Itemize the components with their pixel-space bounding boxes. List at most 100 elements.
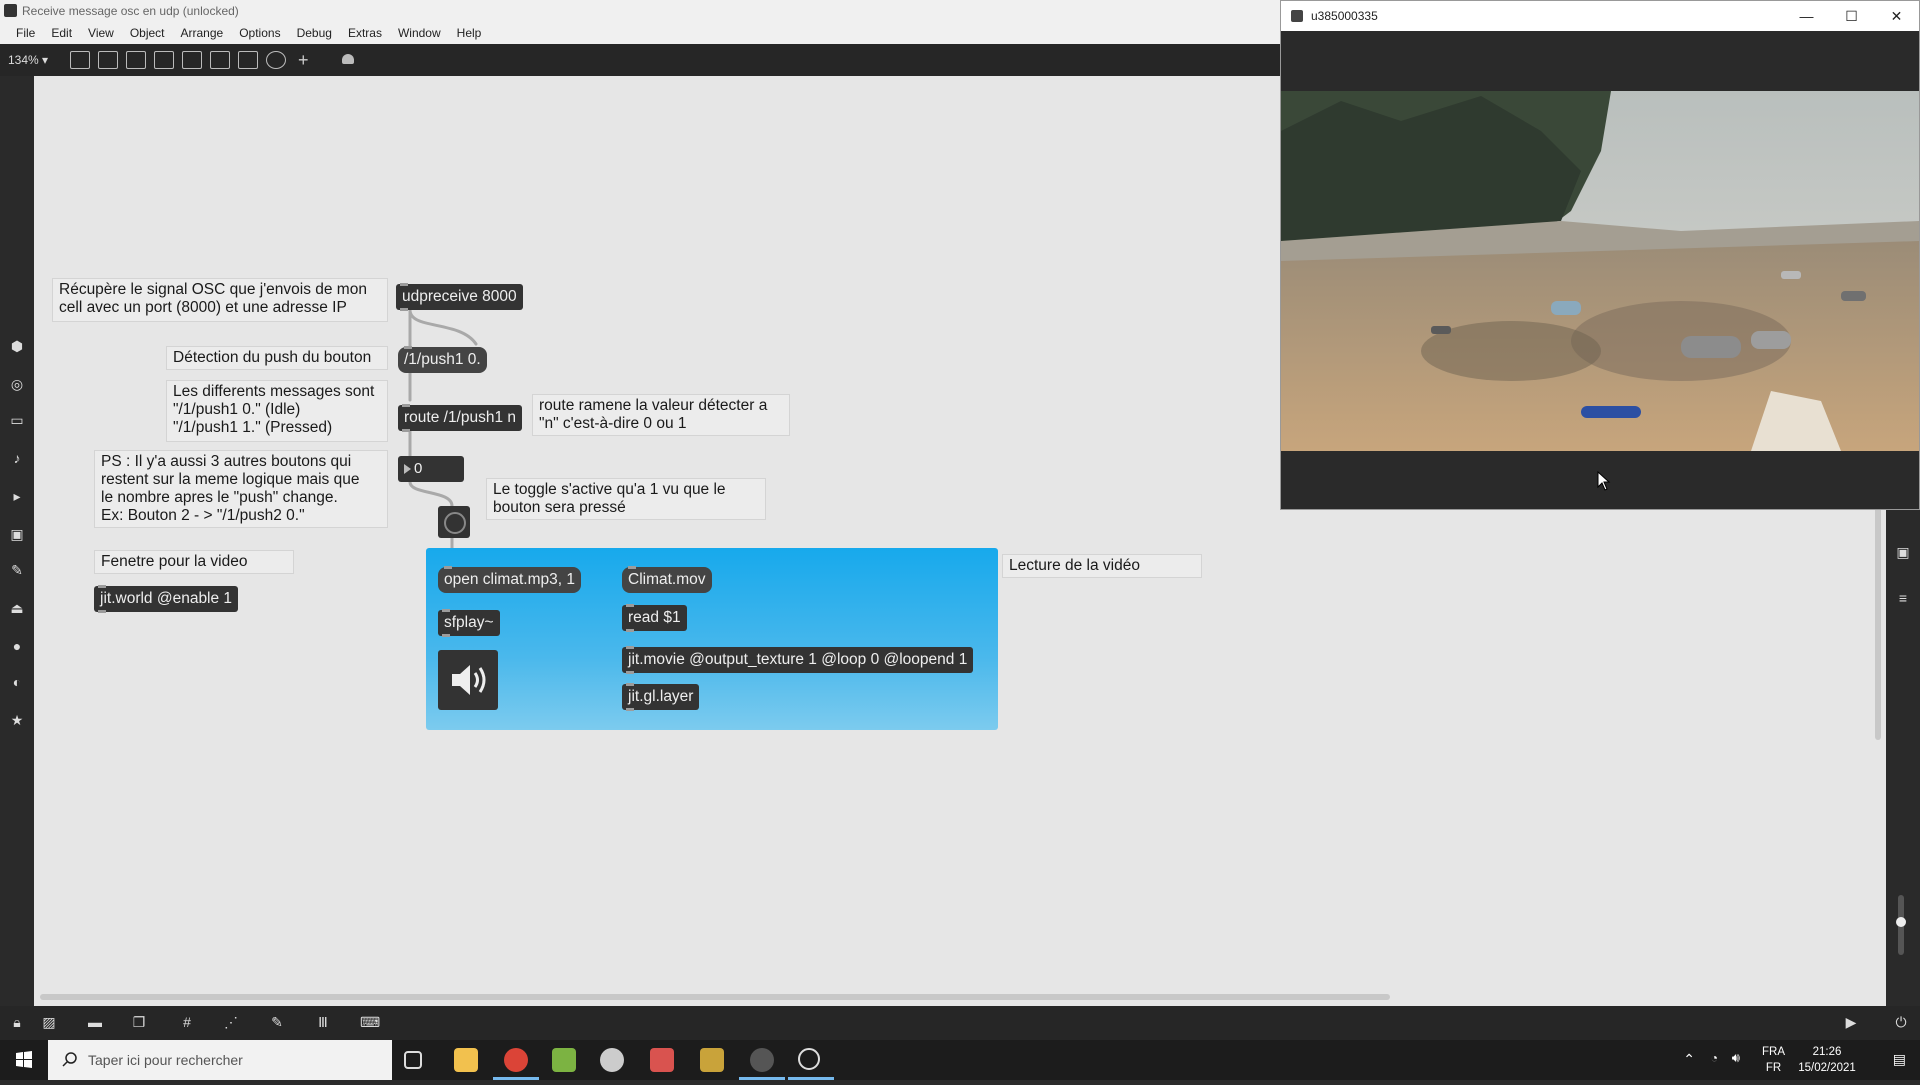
comment-osc-receive[interactable]: Récupère le signal OSC que j'envois de m… [52,278,388,322]
toggle-icon[interactable] [154,51,174,69]
clock-time: 21:26 [1812,1046,1842,1058]
new-object-icon[interactable] [70,51,90,69]
ableton-icon[interactable] [700,1048,724,1072]
menu-options[interactable]: Options [231,22,288,44]
language-indicator[interactable]: FRA FR [1762,1044,1785,1076]
number-box[interactable]: 0 [398,456,464,482]
mouse-cursor-icon [1597,471,1611,491]
app-shield-icon[interactable] [600,1048,624,1072]
taskbar-search-box[interactable]: Taper ici pour rechercher [48,1040,392,1080]
route-object[interactable]: route /1/push1 n [398,404,523,432]
file-explorer-icon[interactable] [454,1048,478,1072]
tray-chevron-icon[interactable]: ⌃ [1683,1051,1695,1068]
close-button[interactable]: ✕ [1874,1,1919,31]
notifications-icon[interactable]: ▤ [1893,1051,1906,1068]
number-box-icon[interactable] [210,51,230,69]
menu-window[interactable]: Window [390,22,449,44]
comment-route[interactable]: route ramene la valeur détecter a "n" c'… [532,394,790,436]
bpatcher-icon[interactable]: ● [9,638,25,654]
target-icon[interactable]: ◎ [9,376,25,392]
search-placeholder: Taper ici pour rechercher [88,1052,243,1068]
chrome-icon[interactable] [504,1048,528,1072]
jit-world-object[interactable]: jit.world @enable 1 [94,585,239,613]
inspector-icon[interactable]: ▣ [1895,544,1911,560]
menu-debug[interactable]: Debug [289,22,340,44]
presentation-mode-icon[interactable] [339,51,359,69]
start-button[interactable] [0,1040,48,1080]
horizontal-scrollbar[interactable] [40,994,1390,1000]
comment-bubble-icon[interactable]: ▬ [86,1014,104,1030]
button-object-icon[interactable] [182,51,202,69]
read-message[interactable]: read $1 [622,604,687,632]
snap-icon[interactable]: ⋰ [222,1014,240,1030]
menu-arrange[interactable]: Arrange [173,22,232,44]
menu-object[interactable]: Object [122,22,173,44]
layers-icon[interactable]: ❐ [130,1014,148,1030]
video-window-titlebar: u385000335 — ☐ ✕ [1281,1,1919,31]
toggle[interactable] [438,506,470,538]
comment-video-playback[interactable]: Lecture de la vidéo [1002,554,1202,578]
udpreceive-object[interactable]: udpreceive 8000 [396,283,523,311]
jit-movie-object[interactable]: jit.movie @output_texture 1 @loop 0 @loo… [622,646,974,674]
comment-icon[interactable] [126,51,146,69]
window-title: Receive message osc en udp (unlocked) [22,4,239,18]
comment-ps-buttons[interactable]: PS : Il y'a aussi 3 autres boutons qui r… [94,450,388,528]
volume-slider-knob[interactable] [1896,917,1906,927]
recent-icon[interactable]: ◐ [9,674,25,690]
slider-icon[interactable] [238,51,258,69]
clock[interactable]: 21:26 15/02/2021 [1792,1044,1862,1076]
add-object-icon[interactable]: + [298,51,309,69]
menu-extras[interactable]: Extras [340,22,390,44]
music-icon[interactable]: ♪ [9,450,25,466]
video-window-app-icon [1291,10,1303,22]
menu-edit[interactable]: Edit [43,22,80,44]
left-sidebar: ⬢ ◎ ▭ ♪ ▸ ▣ ✎ ⏏ ● ◐ ★ [0,76,34,1006]
dial-icon[interactable] [266,51,286,69]
ezdac-speaker[interactable] [438,650,498,710]
comment-messages[interactable]: Les differents messages sont "/1/push1 0… [166,380,388,442]
plug-icon[interactable]: ⏏ [9,600,25,616]
wrench-icon[interactable]: ✎ [268,1014,286,1030]
task-view-icon[interactable] [404,1051,422,1069]
network-icon[interactable]: ◔ [1711,1051,1718,1065]
windows-logo-icon [16,1051,32,1068]
vertical-scrollbar[interactable] [1875,500,1881,740]
video-window-title: u385000335 [1311,9,1378,23]
instagram-icon[interactable] [650,1048,674,1072]
jit-gl-layer-object[interactable]: jit.gl.layer [622,683,700,711]
image-icon[interactable]: ▣ [9,526,25,542]
power-icon[interactable]: ⏻ [1892,1014,1910,1030]
play-icon[interactable]: ▶ [1842,1014,1860,1030]
packages-icon[interactable]: ⬢ [9,338,25,354]
max-msp-icon[interactable] [750,1048,774,1072]
clock-date: 15/02/2021 [1798,1062,1856,1074]
menu-file[interactable]: File [8,22,43,44]
menu-help[interactable]: Help [449,22,490,44]
paperclip-icon[interactable]: ✎ [9,562,25,578]
video-window: u385000335 — ☐ ✕ [1280,0,1920,510]
climat-mov-message[interactable]: Climat.mov [622,566,712,593]
grid-icon[interactable]: # [178,1014,196,1030]
volume-icon[interactable]: 🔊︎ [1732,1050,1740,1066]
lock-icon[interactable]: 🔒︎ [8,1014,26,1030]
browser-icon[interactable]: ▭ [9,412,25,428]
comment-push-detection[interactable]: Détection du push du bouton [166,346,388,370]
sequence-icon[interactable]: ▸ [9,488,25,504]
meters-icon[interactable]: Ⅲ [314,1014,332,1030]
open-climat-message[interactable]: open climat.mp3, 1 [438,566,581,593]
sfplay-object[interactable]: sfplay~ [438,609,500,637]
minimize-button[interactable]: — [1784,1,1829,31]
obs-icon[interactable] [798,1048,820,1070]
message-box-icon[interactable] [98,51,118,69]
favorites-icon[interactable]: ★ [9,712,25,728]
minecraft-icon[interactable] [552,1048,576,1072]
presentation-icon[interactable]: ▨ [40,1014,58,1030]
keyboard-icon[interactable]: ⌨ [360,1014,380,1030]
mixer-icon[interactable]: ≡ [1895,590,1911,606]
push-message-box[interactable]: /1/push1 0. [398,346,487,373]
maximize-button[interactable]: ☐ [1829,1,1874,31]
comment-video-window[interactable]: Fenetre pour la video [94,550,294,574]
menu-view[interactable]: View [80,22,122,44]
comment-toggle[interactable]: Le toggle s'active qu'a 1 vu que le bout… [486,478,766,520]
zoom-level[interactable]: 134% ▾ [0,53,50,67]
